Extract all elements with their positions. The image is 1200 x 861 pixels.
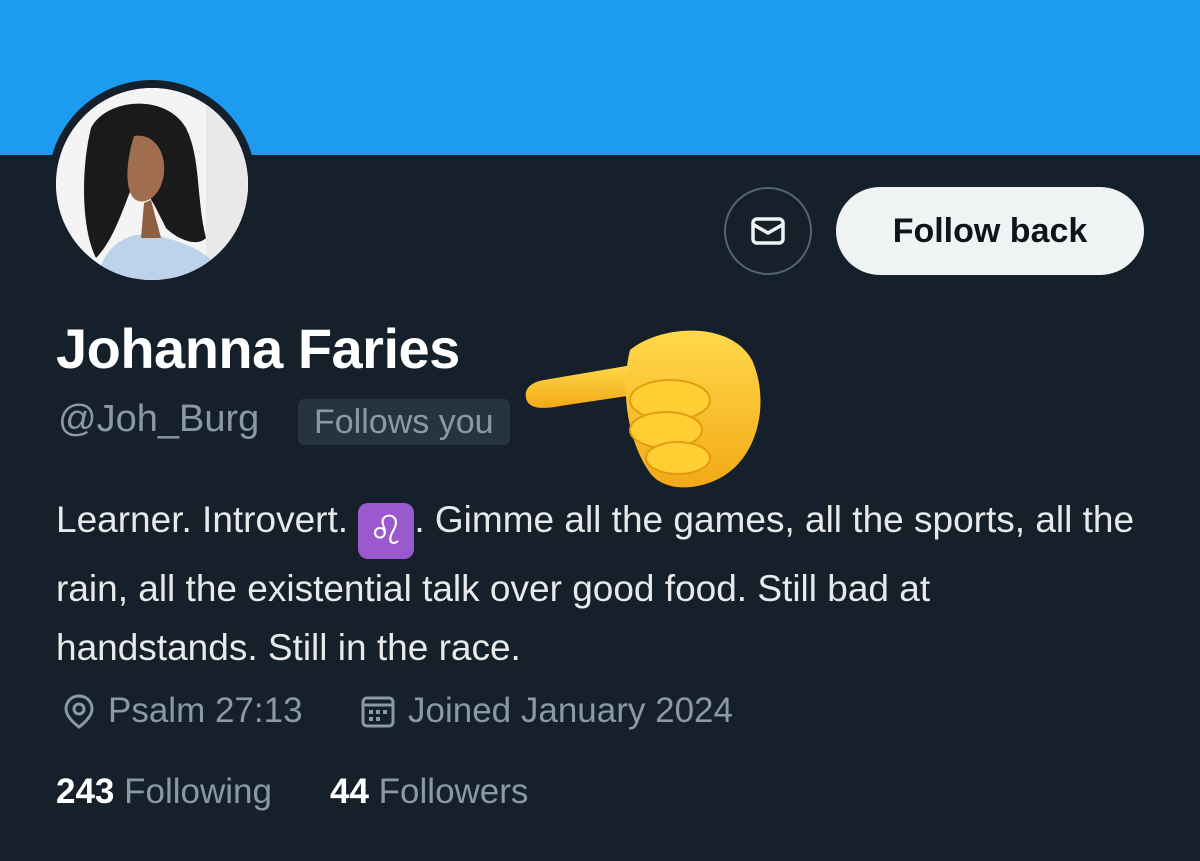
envelope-icon bbox=[751, 217, 785, 245]
follow-back-label: Follow back bbox=[892, 211, 1088, 250]
followers-label: Followers bbox=[378, 772, 529, 811]
follow-back-button[interactable]: Follow back bbox=[836, 187, 1144, 275]
location-pin-icon bbox=[60, 692, 98, 730]
joined-text: Joined January 2024 bbox=[408, 691, 733, 730]
following-count: 243 bbox=[56, 772, 115, 811]
message-button[interactable] bbox=[724, 187, 812, 275]
follows-you-badge: Follows you bbox=[298, 399, 510, 445]
profile-name: Johanna Faries bbox=[56, 317, 460, 380]
avatar-photo bbox=[56, 88, 248, 280]
leo-zodiac-icon: ♌ bbox=[358, 503, 415, 559]
following-label: Following bbox=[124, 772, 272, 811]
followers-count: 44 bbox=[330, 772, 369, 811]
profile-bio: Learner. Introvert. ♌. Gimme all the gam… bbox=[56, 490, 1136, 677]
following-link[interactable]: 243 Following bbox=[56, 772, 272, 812]
location-text: Psalm 27:13 bbox=[108, 691, 303, 730]
pointing-hand-emoji bbox=[525, 330, 761, 488]
avatar[interactable] bbox=[56, 88, 248, 280]
bio-text-start: Learner. Introvert. bbox=[56, 499, 359, 540]
joined-item: Joined January 2024 bbox=[358, 688, 733, 734]
location-item: Psalm 27:13 bbox=[60, 688, 303, 734]
followers-link[interactable]: 44 Followers bbox=[330, 772, 528, 812]
profile-handle[interactable]: @Joh_Burg bbox=[58, 398, 259, 441]
calendar-icon bbox=[358, 691, 398, 731]
